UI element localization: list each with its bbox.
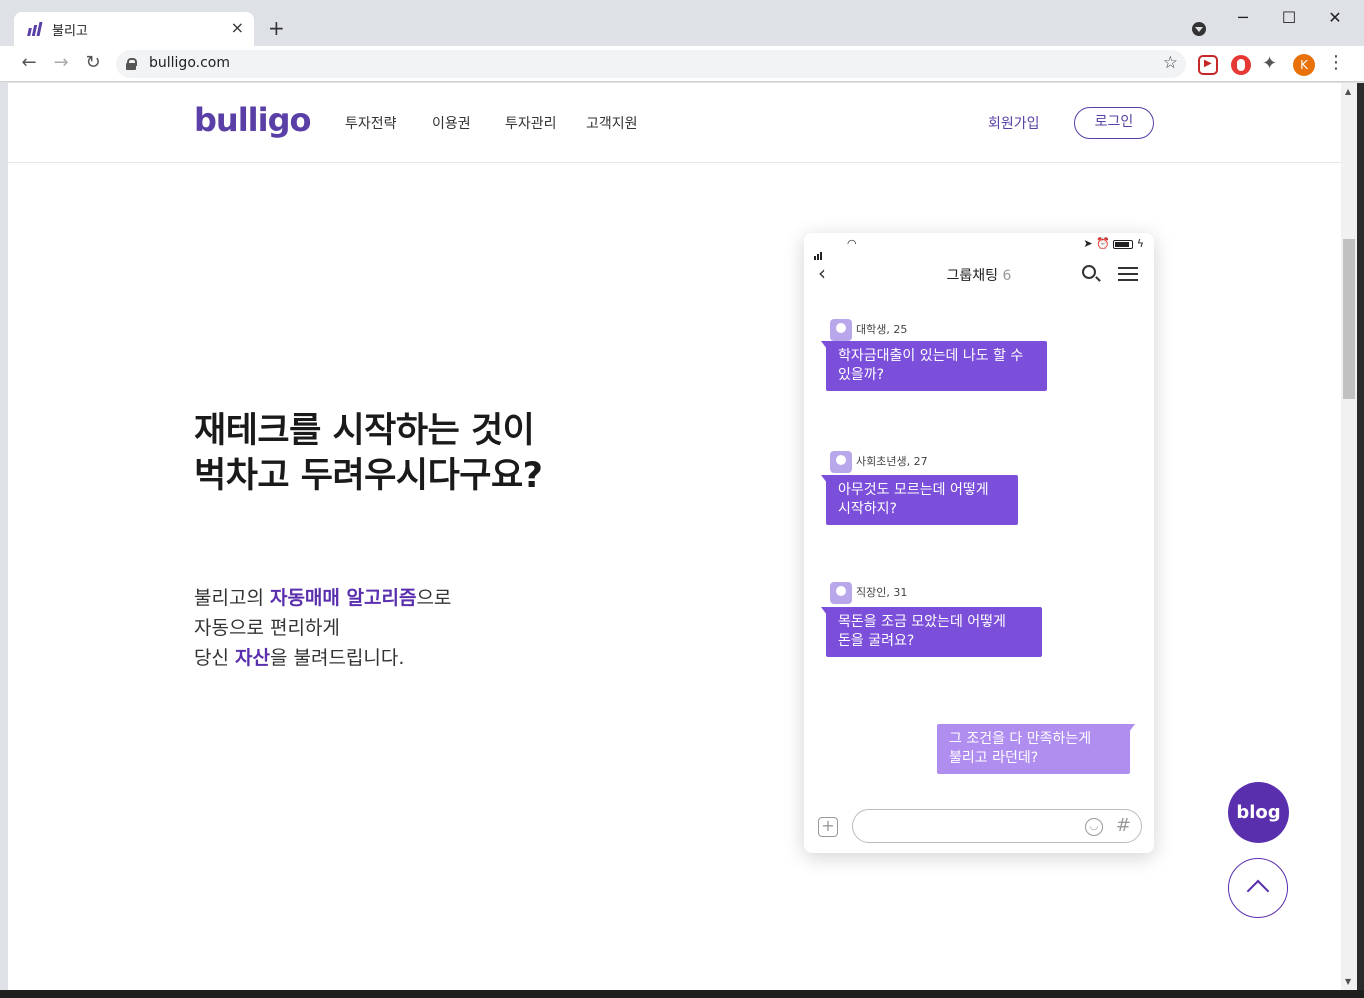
chat-title-text: 그룹채팅	[946, 268, 999, 284]
hashtag-icon: #	[1115, 815, 1131, 836]
hero-title: 재테크를 시작하는 것이 벅차고 두려우시다구요?	[194, 409, 543, 499]
bookmark-star-icon[interactable]: ☆	[1163, 53, 1178, 73]
scroll-down-icon[interactable]: ▼	[1345, 977, 1351, 986]
tab-search-icon[interactable]	[1192, 22, 1206, 36]
lock-icon[interactable]	[126, 58, 137, 70]
bubble-text: 목돈을 조금 모았는데 어떻게	[838, 614, 1006, 630]
chat-bubble: 학자금대출이 있는데 나도 할 수있을까?	[821, 341, 1047, 391]
scroll-up-icon[interactable]: ▲	[1345, 87, 1351, 96]
chat-bubble: 아무것도 모르는데 어떻게시작하지?	[821, 475, 1018, 525]
desc-text: 당신	[194, 647, 235, 669]
chat-user-label: 사회초년생, 27	[856, 455, 928, 468]
nav-management[interactable]: 투자관리	[505, 113, 557, 133]
browser-menu-icon[interactable]: ⋮	[1327, 52, 1345, 73]
desc-text: 자동으로 편리하게	[194, 617, 340, 639]
phone-status-bar: ◠ ➤ ⏰ ϟ	[804, 233, 1154, 260]
phone-mockup: ◠ ➤ ⏰ ϟ ‹ 그룹채팅 6 대학생, 25 학자금대출이 있는데 나도 할…	[804, 233, 1154, 853]
hero-description: 불리고의 자동매매 알고리즘으로 자동으로 편리하게 당신 자산을 불려드립니다…	[194, 583, 451, 673]
browser-toolbar: ← → ↻ bulligo.com ☆ ✦ K ⋮	[0, 46, 1364, 82]
page-viewport: bulligo 투자전략 이용권 투자관리 고객지원 회원가입 로그인 재테크를…	[8, 83, 1341, 990]
menu-icon	[1118, 267, 1138, 285]
forward-arrow-icon[interactable]: →	[49, 52, 73, 73]
chat-input-bar: + ◡ #	[804, 805, 1154, 849]
nav-pass[interactable]: 이용권	[432, 113, 471, 133]
chat-bubble: 목돈을 조금 모았는데 어떻게돈을 굴려요?	[821, 607, 1042, 657]
desc-highlight-algorithm: 자동매매 알고리즘	[269, 587, 417, 609]
extension-adblock-icon[interactable]	[1231, 55, 1251, 75]
new-tab-button[interactable]: +	[268, 16, 285, 40]
close-window-button[interactable]: ✕	[1312, 8, 1358, 27]
page-scrollbar[interactable]: ▲ ▼	[1341, 83, 1357, 990]
nav-strategy[interactable]: 투자전략	[345, 113, 397, 133]
user-avatar-icon	[830, 319, 852, 341]
wifi-icon: ◠	[847, 237, 857, 250]
bubble-text: 있을까?	[838, 367, 885, 383]
desc-highlight-asset: 자산	[235, 647, 270, 669]
minimize-button[interactable]: ─	[1220, 8, 1266, 27]
bubble-text: 돈을 굴려요?	[838, 633, 915, 649]
tab-title: 불리고	[52, 24, 88, 39]
signup-link[interactable]: 회원가입	[988, 113, 1040, 133]
bulligo-logo[interactable]: bulligo	[194, 101, 311, 139]
profile-avatar[interactable]: K	[1293, 54, 1315, 76]
emoji-icon: ◡	[1085, 818, 1103, 836]
bubble-text: 학자금대출이 있는데 나도 할 수	[838, 348, 1024, 364]
tab-close-icon[interactable]: ×	[231, 18, 244, 37]
chat-message-input: ◡ #	[852, 809, 1142, 843]
chat-title: 그룹채팅 6	[804, 265, 1154, 285]
blog-button[interactable]: blog	[1228, 782, 1289, 843]
login-button[interactable]: 로그인	[1074, 107, 1154, 139]
scroll-thumb[interactable]	[1343, 239, 1355, 399]
tab-strip: 불리고 × + ─ ☐ ✕	[0, 0, 1364, 46]
browser-window: 불리고 × + ─ ☐ ✕ ← → ↻ bulligo.com ☆ ✦ K ⋮ …	[0, 0, 1364, 998]
search-icon	[1082, 265, 1096, 279]
scroll-top-button[interactable]	[1228, 858, 1288, 918]
bubble-text: 그 조건을 다 만족하는게	[949, 731, 1092, 747]
maximize-button[interactable]: ☐	[1266, 8, 1312, 27]
hero-title-line2: 벅차고 두려우시다구요?	[194, 456, 543, 496]
site-header: bulligo 투자전략 이용권 투자관리 고객지원 회원가입 로그인	[8, 83, 1341, 163]
background-window-edge	[1357, 83, 1364, 998]
chat-user: 직장인, 31	[830, 582, 907, 604]
chat-user: 대학생, 25	[830, 319, 907, 341]
user-avatar-icon	[830, 451, 852, 473]
chat-member-count: 6	[1002, 268, 1012, 284]
reload-icon[interactable]: ↻	[81, 52, 105, 73]
desc-text: 을 불려드립니다.	[269, 647, 405, 669]
address-bar[interactable]: bulligo.com ☆	[116, 50, 1186, 78]
tab-bulligo[interactable]: 불리고 ×	[14, 12, 254, 46]
user-avatar-icon	[830, 582, 852, 604]
chat-user: 사회초년생, 27	[830, 451, 928, 473]
back-arrow-icon[interactable]: ←	[17, 52, 41, 73]
nav-support[interactable]: 고객지원	[586, 113, 638, 133]
url-text[interactable]: bulligo.com	[149, 55, 230, 71]
chat-user-label: 대학생, 25	[856, 323, 908, 336]
bubble-text: 시작하지?	[838, 501, 897, 517]
extension-video-icon[interactable]	[1198, 55, 1218, 75]
bubble-text: 아무것도 모르는데 어떻게	[838, 482, 989, 498]
chat-reply-bubble: 그 조건을 다 만족하는게불리고 라던데?	[937, 724, 1135, 774]
desc-text: 불리고의	[194, 587, 270, 609]
plus-icon: +	[818, 817, 838, 837]
bubble-text: 불리고 라던데?	[949, 750, 1039, 766]
extensions-puzzle-icon[interactable]: ✦	[1262, 53, 1282, 74]
desc-text: 으로	[416, 587, 452, 609]
chat-header: ‹ 그룹채팅 6	[804, 257, 1154, 293]
favicon-icon	[27, 22, 44, 36]
chat-user-label: 직장인, 31	[856, 586, 908, 599]
hero-title-line1: 재테크를 시작하는 것이	[194, 411, 535, 451]
background-window-edge	[0, 990, 1364, 998]
battery-icon: ➤ ⏰ ϟ	[1083, 237, 1144, 250]
